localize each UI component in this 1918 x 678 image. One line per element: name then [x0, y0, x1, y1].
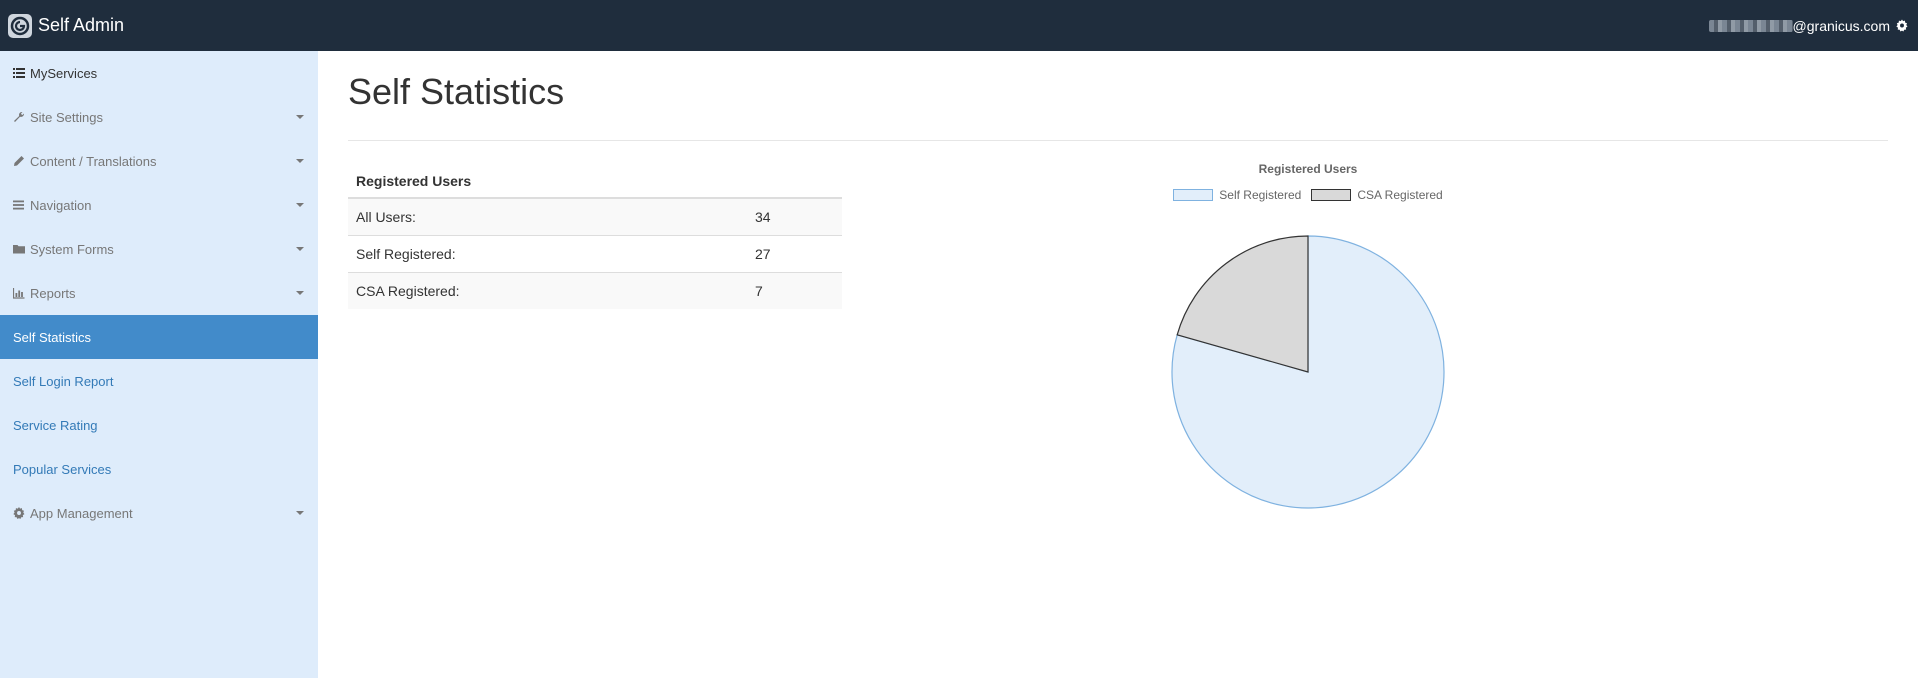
list-icon — [13, 67, 25, 79]
table-row: All Users: 34 — [348, 197, 842, 235]
gear-icon[interactable] — [1896, 19, 1908, 32]
top-navbar: Self Admin @granicus.com — [0, 0, 1918, 51]
sidebar-item-label: Self Login Report — [13, 373, 114, 389]
caret-down-icon — [296, 511, 304, 515]
pie-svg — [1171, 235, 1445, 509]
sidebar-item-reports[interactable]: Reports — [0, 271, 318, 315]
app-title: Self Admin — [38, 15, 125, 35]
sidebar-item-content-translations[interactable]: Content / Translations — [0, 139, 318, 183]
caret-down-icon — [296, 247, 304, 251]
pencil-icon — [13, 155, 25, 167]
folder-icon — [13, 243, 25, 255]
caret-down-icon — [296, 115, 304, 119]
sidebar: MyServices Site Settings Content / Trans… — [0, 51, 318, 678]
table-header: Registered Users — [348, 163, 842, 199]
row-label: CSA Registered: — [348, 271, 742, 309]
page-title: Self Statistics — [348, 71, 565, 112]
row-value: 27 — [742, 234, 842, 272]
sidebar-item-navigation[interactable]: Navigation — [0, 183, 318, 227]
sidebar-item-myservices[interactable]: MyServices — [0, 51, 318, 95]
sidebar-item-label: Reports — [30, 285, 76, 301]
row-value: 7 — [742, 271, 842, 309]
user-menu[interactable]: @granicus.com — [1708, 17, 1908, 34]
registered-users-table: Registered Users All Users: 34 Self Regi… — [348, 163, 842, 309]
user-email: @granicus.com — [1792, 17, 1890, 34]
gear-icon — [13, 507, 25, 519]
sidebar-item-label: Self Statistics — [13, 329, 92, 345]
sidebar-item-label: Popular Services — [13, 461, 112, 477]
sidebar-item-system-forms[interactable]: System Forms — [0, 227, 318, 271]
row-label: Self Registered: — [348, 234, 742, 272]
caret-down-icon — [296, 159, 304, 163]
main-content: Self Statistics Registered Users All Use… — [318, 51, 1918, 678]
sidebar-item-app-management[interactable]: App Management — [0, 491, 318, 535]
wrench-icon — [13, 111, 25, 123]
sidebar-item-label: Content / Translations — [30, 153, 157, 169]
sidebar-item-self-statistics[interactable]: Self Statistics — [0, 315, 318, 359]
sidebar-item-label: MyServices — [30, 65, 98, 81]
sidebar-item-label: Site Settings — [30, 109, 103, 125]
sidebar-item-site-settings[interactable]: Site Settings — [0, 95, 318, 139]
table-row: Self Registered: 27 — [348, 234, 842, 272]
row-label: All Users: — [348, 197, 742, 235]
row-value: 34 — [742, 197, 842, 235]
brand[interactable]: Self Admin — [8, 13, 125, 38]
sidebar-item-label: System Forms — [30, 241, 114, 257]
chart-icon — [13, 287, 25, 299]
sidebar-item-service-rating[interactable]: Service Rating — [0, 403, 318, 447]
granicus-logo-icon — [8, 13, 32, 38]
sidebar-item-popular-services[interactable]: Popular Services — [0, 447, 318, 491]
registered-users-pie-chart: Registered Users Self Registered CSA Reg… — [1078, 162, 1538, 622]
sidebar-item-label: Navigation — [30, 197, 92, 213]
caret-down-icon — [296, 291, 304, 295]
caret-down-icon — [296, 203, 304, 207]
sidebar-item-self-login-report[interactable]: Self Login Report — [0, 359, 318, 403]
redacted-username — [1708, 19, 1793, 32]
bars-icon — [13, 199, 25, 211]
divider — [348, 140, 1888, 141]
table-row: CSA Registered: 7 — [348, 271, 842, 309]
sidebar-item-label: App Management — [30, 505, 133, 521]
sidebar-item-label: Service Rating — [13, 417, 98, 433]
